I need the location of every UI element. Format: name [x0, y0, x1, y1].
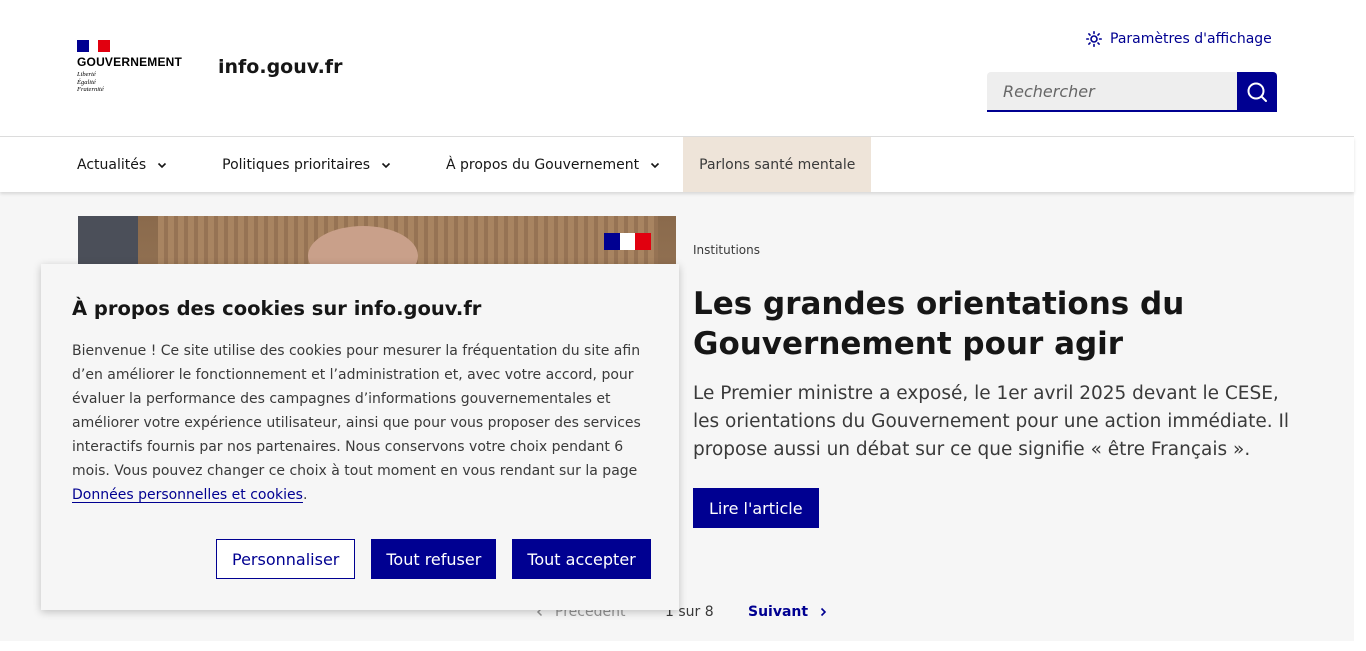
motto-line: Égalité: [77, 78, 96, 86]
search-bar: [987, 72, 1277, 112]
marianne-flag-icon: [77, 40, 110, 52]
search-button[interactable]: [1237, 72, 1277, 112]
accept-all-button[interactable]: Tout accepter: [512, 539, 651, 579]
sun-icon: [1086, 31, 1102, 47]
display-settings-button[interactable]: Paramètres d'affichage: [1086, 31, 1272, 47]
page-bottom: [0, 641, 1366, 651]
article-title: Les grandes orientations du Gouvernement…: [693, 286, 1185, 362]
scrollbar-track[interactable]: [1354, 0, 1366, 651]
read-article-button[interactable]: Lire l'article: [693, 488, 819, 528]
article-kicker: Institutions: [693, 243, 760, 257]
government-logo[interactable]: GOUVERNEMENT Liberté Égalité Fraternité: [77, 40, 192, 94]
privacy-link[interactable]: Données personnelles et cookies: [72, 487, 303, 503]
site-name[interactable]: info.gouv.fr: [218, 56, 342, 78]
marianne-flag-icon: [604, 233, 652, 250]
cookie-title: À propos des cookies sur info.gouv.fr: [72, 297, 482, 320]
cookie-actions: Personnaliser Tout refuser Tout accepter: [216, 539, 651, 579]
main-navigation: Actualités Politiques prioritaires À pro…: [0, 137, 1354, 192]
logo-title: GOUVERNEMENT: [77, 55, 183, 69]
chevron-down-icon: [381, 162, 391, 168]
nav-item-politiques-prioritaires[interactable]: Politiques prioritaires: [206, 137, 408, 192]
search-input[interactable]: [987, 72, 1237, 112]
nav-item-parlons-sante-mentale[interactable]: Parlons santé mentale: [683, 137, 872, 192]
nav-item-label: Politiques prioritaires: [222, 156, 370, 173]
display-settings-label: Paramètres d'affichage: [1110, 31, 1272, 47]
site-header: GOUVERNEMENT Liberté Égalité Fraternité …: [0, 0, 1354, 137]
nav-item-label: Actualités: [77, 156, 147, 173]
next-button[interactable]: Suivant: [748, 604, 828, 620]
nav-item-actualites[interactable]: Actualités: [61, 137, 184, 192]
logo-motto: Liberté Égalité Fraternité: [77, 71, 192, 94]
cookie-text-end: .: [302, 487, 308, 503]
refuse-all-button[interactable]: Tout refuser: [371, 539, 497, 579]
next-label: Suivant: [748, 604, 809, 620]
search-icon: [1247, 82, 1267, 102]
cookie-text: Bienvenue ! Ce site utilise des cookies …: [72, 339, 652, 507]
cookie-consent-dialog: À propos des cookies sur info.gouv.fr Bi…: [41, 264, 679, 610]
article-summary: Le Premier ministre a exposé, le 1er avr…: [693, 383, 1290, 460]
chevron-right-icon: [821, 607, 827, 617]
customize-button[interactable]: Personnaliser: [216, 539, 356, 579]
motto-line: Fraternité: [77, 86, 104, 93]
chevron-down-icon: [651, 162, 660, 168]
chevron-down-icon: [158, 162, 167, 168]
cookie-text-body: Bienvenue ! Ce site utilise des cookies …: [72, 343, 641, 479]
nav-item-label: À propos du Gouvernement: [446, 156, 640, 173]
nav-item-a-propos-gouvernement[interactable]: À propos du Gouvernement: [430, 137, 677, 192]
nav-item-label: Parlons santé mentale: [699, 156, 856, 173]
motto-line: Liberté: [77, 71, 96, 78]
